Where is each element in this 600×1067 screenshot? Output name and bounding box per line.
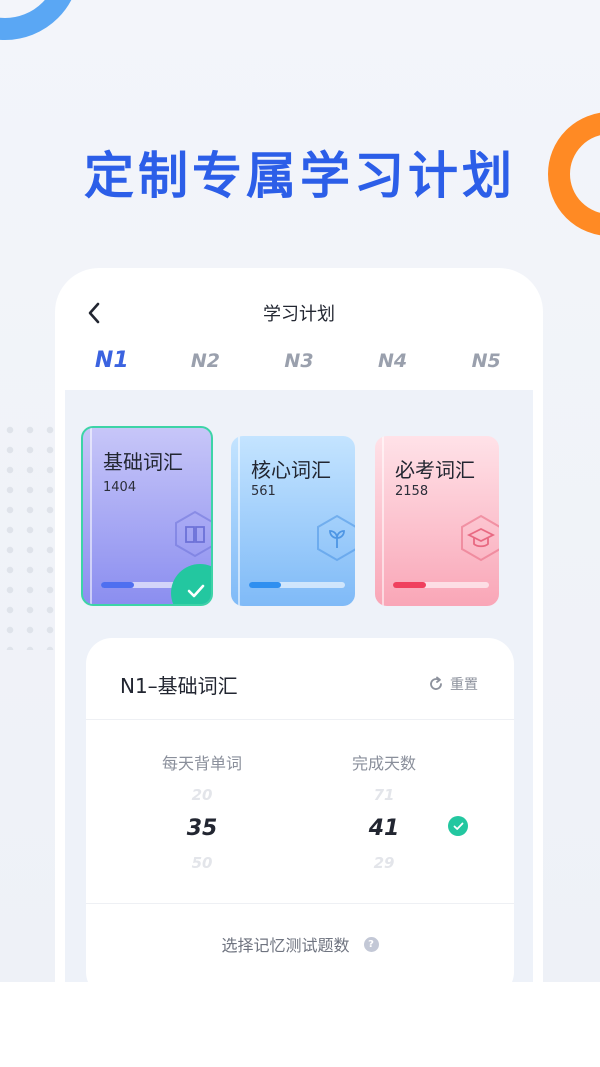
help-icon[interactable]: ? xyxy=(363,936,379,952)
book-word-count: 561 xyxy=(251,484,276,499)
tab-n5[interactable]: N5 xyxy=(439,346,533,382)
book-card-exam-vocab[interactable]: 必考词汇 2158 xyxy=(375,436,499,606)
daily-words-picker[interactable]: 每天背单词 20 35 50 xyxy=(112,750,292,880)
book-progress-fill xyxy=(393,582,426,588)
book-card-core-vocab[interactable]: 核心词汇 561 xyxy=(231,436,355,606)
tab-n3[interactable]: N3 xyxy=(252,346,346,382)
decorative-ring-blue xyxy=(0,0,80,40)
picker-option-below[interactable]: 50 xyxy=(112,846,292,880)
picker-option-selected[interactable]: 41 xyxy=(294,812,474,846)
promo-headline: 定制专属学习计划 xyxy=(84,147,516,205)
level-tabs: N1 N2 N3 N4 N5 xyxy=(65,346,533,382)
page-title: 学习计划 xyxy=(263,304,335,325)
book-progress-fill xyxy=(249,582,281,588)
promo-background: 定制专属学习计划 学习计划 N1 N2 N3 N4 N5 基础词汇 1404 核… xyxy=(0,0,600,982)
book-word-count: 2158 xyxy=(395,484,429,499)
book-progress-bar xyxy=(393,582,489,588)
finish-days-picker[interactable]: 完成天数 71 41 29 xyxy=(294,750,474,880)
quiz-count-label: 选择记忆测试题数 xyxy=(221,936,350,955)
tab-n2[interactable]: N2 xyxy=(159,346,253,382)
book-progress-bar xyxy=(249,582,345,588)
book-card-basic-vocab[interactable]: 基础词汇 1404 xyxy=(81,426,213,606)
book-title: 核心词汇 xyxy=(251,458,331,482)
reset-label: 重置 xyxy=(450,677,478,693)
book-spine xyxy=(90,428,92,604)
plan-header: N1–基础词汇 重置 xyxy=(86,638,514,720)
reset-button[interactable]: 重置 xyxy=(428,674,478,694)
tab-n4[interactable]: N4 xyxy=(346,346,440,382)
book-spine xyxy=(238,436,240,606)
nav-bar: 学习计划 xyxy=(55,268,543,358)
book-icon xyxy=(173,510,211,558)
book-word-count: 1404 xyxy=(103,480,137,495)
book-spine xyxy=(382,436,384,606)
tab-n1[interactable]: N1 xyxy=(65,346,159,382)
graduation-cap-icon xyxy=(459,514,499,562)
confirm-check-icon xyxy=(448,816,468,836)
check-icon xyxy=(187,584,205,598)
divider xyxy=(86,903,514,904)
picker-option-above[interactable]: 71 xyxy=(294,778,474,812)
phone-screen: 学习计划 N1 N2 N3 N4 N5 基础词汇 1404 核心词汇 561 必… xyxy=(55,268,543,982)
content-area: 基础词汇 1404 核心词汇 561 必考词汇 2158 N1–基础词汇 重置 … xyxy=(65,390,533,982)
picker-label: 每天背单词 xyxy=(161,754,242,773)
picker-option-below[interactable]: 29 xyxy=(294,846,474,880)
quiz-count-row[interactable]: 选择记忆测试题数 ? xyxy=(86,932,514,956)
picker-label: 完成天数 xyxy=(351,754,416,773)
picker-option-selected[interactable]: 35 xyxy=(112,812,292,846)
book-progress-fill xyxy=(101,582,135,588)
sprout-icon xyxy=(315,514,355,562)
picker-option-above[interactable]: 20 xyxy=(112,778,292,812)
refresh-icon xyxy=(430,676,442,690)
plan-title: N1–基础词汇 xyxy=(120,674,238,698)
book-title: 基础词汇 xyxy=(103,450,183,474)
book-title: 必考词汇 xyxy=(395,458,475,482)
plan-card: N1–基础词汇 重置 每天背单词 20 35 50 完成天数 71 41 29 … xyxy=(86,638,514,982)
